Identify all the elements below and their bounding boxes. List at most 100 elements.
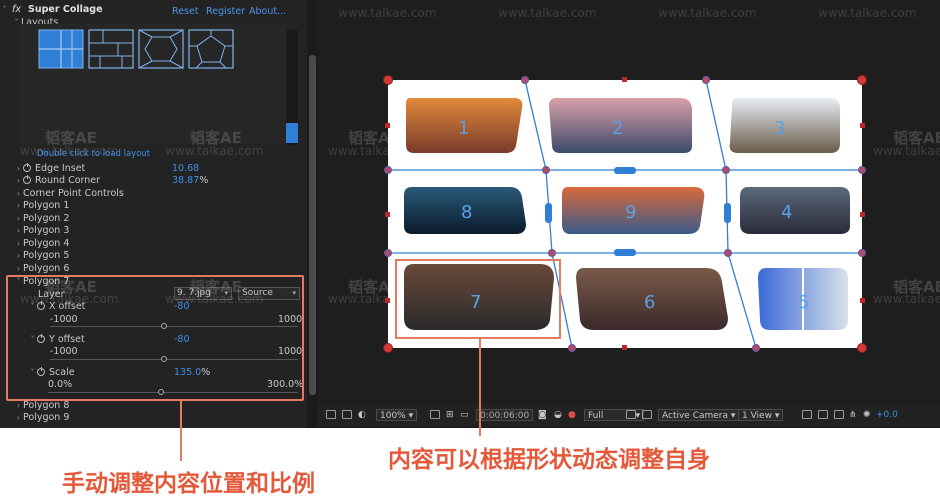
color-channel-icon[interactable]: ●: [568, 409, 576, 421]
zoom-dropdown[interactable]: 100% ▾: [376, 409, 418, 421]
cell-number-label: 5: [798, 292, 809, 313]
layout-thumb-pentagon[interactable]: [188, 29, 234, 69]
cell-number-label: 4: [781, 202, 792, 223]
chevron-right-icon: ›: [16, 189, 21, 198]
group-label: Corner Point Controls: [23, 188, 124, 199]
chevron-right-icon[interactable]: ›: [14, 163, 23, 175]
chevron-down-icon: ▾: [635, 411, 640, 421]
fast-preview-icon[interactable]: [818, 410, 828, 419]
fx-badge[interactable]: fx: [12, 4, 21, 15]
always-preview-icon[interactable]: [326, 410, 336, 419]
cell-number-label: 2: [612, 118, 623, 139]
timeline-icon[interactable]: [834, 410, 844, 419]
cell-number-label: 7: [470, 292, 481, 313]
layout-gallery: [20, 24, 286, 144]
about-link[interactable]: About...: [249, 6, 286, 17]
chevron-right-icon: ›: [16, 264, 21, 273]
toggle-pixel-icon[interactable]: [802, 410, 812, 419]
group-label: Polygon 6: [23, 263, 70, 274]
watermark-url: www.talkae.com: [165, 144, 264, 158]
timecode-field[interactable]: 0:00:06:00: [476, 409, 534, 421]
chevron-right-icon: ›: [16, 226, 21, 235]
views-value: 1 View: [742, 411, 772, 421]
collage-canvas[interactable]: 1 2 3 8 9 4 7 6 5: [318, 0, 940, 404]
cell-number-label: 8: [461, 202, 472, 223]
layout-scrollbar[interactable]: [286, 30, 298, 145]
left-caption-connector: [180, 401, 182, 461]
viewer-toolbar: ◐ 100% ▾ ⊞ ▭ 0:00:06:00 ◙ ◒ ● Full ▾ Act…: [318, 404, 940, 426]
edge-inset-row: › Edge Inset 10.68: [14, 163, 318, 175]
vr-glasses-icon[interactable]: ◐: [358, 409, 366, 421]
panel-scroll-thumb[interactable]: [309, 55, 316, 395]
chevron-right-icon: ›: [16, 401, 21, 410]
collage-cell-4[interactable]: [740, 187, 850, 234]
collapse-effect-toggle[interactable]: ˅: [0, 4, 9, 16]
show-snapshot-icon[interactable]: ◒: [554, 409, 562, 421]
group-row[interactable]: › Polygon 5: [14, 250, 318, 262]
property-name: Round Corner: [35, 175, 101, 186]
layout-thumb-bricks[interactable]: [88, 29, 134, 69]
flowchart-icon[interactable]: ⋔: [849, 409, 857, 421]
group-row[interactable]: › Polygon 8: [14, 400, 318, 412]
effect-controls-panel: ˅ fx Super Collage Reset Register About.…: [0, 0, 318, 428]
panel-scrollbar[interactable]: [307, 0, 318, 428]
group-label: Polygon 8: [23, 400, 70, 411]
fit-icon[interactable]: [430, 410, 440, 419]
group-label: Polygon 4: [23, 238, 70, 249]
group-row[interactable]: › Polygon 3: [14, 225, 318, 237]
exposure-icon[interactable]: ✺: [863, 409, 871, 421]
right-caption-connector: [479, 338, 481, 436]
camera-value: Active Camera: [662, 411, 729, 421]
grid-icon[interactable]: ⊞: [446, 409, 454, 421]
layout-thumb-grid[interactable]: [38, 29, 84, 69]
stopwatch-icon[interactable]: [23, 175, 31, 184]
layout-scroll-thumb[interactable]: [286, 123, 298, 143]
group-row[interactable]: › Polygon 6: [14, 263, 318, 275]
layout-thumb-octagon[interactable]: [138, 29, 184, 69]
monitor-icon[interactable]: [342, 410, 352, 419]
round-corner-unit: %: [199, 175, 209, 186]
transparency-grid-icon[interactable]: [642, 410, 652, 419]
group-row[interactable]: › Polygon 1: [14, 200, 318, 212]
cell-number-label: 9: [625, 202, 636, 223]
zoom-value: 100%: [380, 411, 406, 421]
chevron-right-icon: ›: [16, 214, 21, 223]
timecode-value: 0:00:06:00: [480, 411, 530, 421]
mask-icon[interactable]: ▭: [460, 409, 469, 421]
property-name: Edge Inset: [35, 163, 86, 174]
reset-link[interactable]: Reset: [172, 6, 199, 17]
round-corner-number[interactable]: 38.87: [172, 175, 199, 186]
composition-viewer: www.talkae.com www.talkae.com www.talkae…: [318, 0, 940, 428]
edge-handle[interactable]: [724, 203, 731, 223]
exposure-value[interactable]: +0.0: [876, 409, 898, 421]
effect-name: Super Collage: [28, 4, 103, 15]
edge-handle[interactable]: [614, 167, 636, 174]
group-row[interactable]: › Corner Point Controls: [14, 188, 318, 200]
round-corner-value[interactable]: 38.87%: [172, 175, 208, 187]
cell-number-label: 3: [774, 118, 785, 139]
group-row[interactable]: › Polygon 2: [14, 213, 318, 225]
views-dropdown[interactable]: 1 View ▾: [738, 409, 784, 421]
group-row[interactable]: › Polygon 4: [14, 238, 318, 250]
resolution-value: Full: [588, 411, 604, 421]
camera-dropdown[interactable]: Active Camera ▾: [658, 409, 740, 421]
chevron-right-icon[interactable]: ›: [14, 175, 23, 187]
watermark-url: www.talkae.com: [20, 144, 119, 158]
register-link[interactable]: Register: [206, 6, 245, 17]
left-caption: 手动调整内容位置和比例: [62, 471, 315, 497]
edge-handle[interactable]: [614, 249, 636, 256]
group-label: Polygon 2: [23, 213, 70, 224]
group-label: Polygon 9: [23, 412, 70, 423]
chevron-right-icon: ›: [16, 201, 21, 210]
stopwatch-icon[interactable]: [23, 163, 31, 172]
edge-inset-value[interactable]: 10.68: [172, 163, 199, 175]
group-label: Polygon 5: [23, 250, 70, 261]
right-caption: 内容可以根据形状动态调整自身: [388, 447, 710, 473]
camera-snapshot-icon[interactable]: ◙: [538, 409, 547, 421]
chevron-right-icon: ›: [16, 413, 21, 422]
group-label: Polygon 1: [23, 200, 70, 211]
edge-handle[interactable]: [545, 203, 552, 223]
cell-number-label: 1: [458, 118, 469, 139]
region-of-interest-icon[interactable]: [626, 410, 636, 419]
group-row[interactable]: › Polygon 9: [14, 412, 318, 424]
